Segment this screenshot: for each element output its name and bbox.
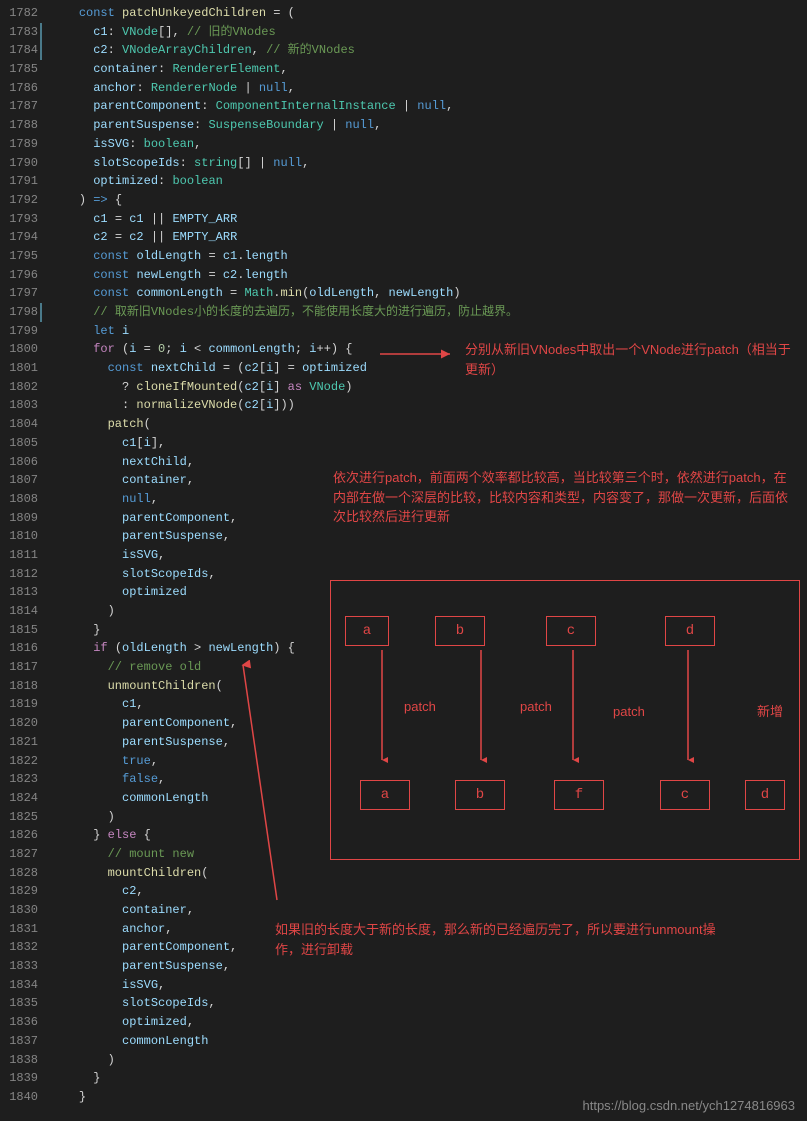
node-bot-b: b xyxy=(455,780,505,810)
code-line[interactable]: parentSuspense, xyxy=(50,957,807,976)
annotation-3: 如果旧的长度大于新的长度，那么新的已经遍历完了，所以要进行unmount操作，进… xyxy=(275,920,735,959)
code-line[interactable]: ) xyxy=(50,1051,807,1070)
patch-label-2: patch xyxy=(520,697,552,717)
node-bot-c: c xyxy=(660,780,710,810)
code-line[interactable]: const newLength = c2.length xyxy=(50,266,807,285)
code-line[interactable]: commonLength xyxy=(50,1032,807,1051)
code-line[interactable]: } xyxy=(50,1069,807,1088)
code-line[interactable]: c2 = c2 || EMPTY_ARR xyxy=(50,228,807,247)
code-line[interactable]: slotScopeIds: string[] | null, xyxy=(50,154,807,173)
code-line[interactable]: patch( xyxy=(50,415,807,434)
code-line[interactable]: const oldLength = c1.length xyxy=(50,247,807,266)
code-line[interactable]: ) => { xyxy=(50,191,807,210)
code-line[interactable]: let i xyxy=(50,322,807,341)
code-line[interactable]: const commonLength = Math.min(oldLength,… xyxy=(50,284,807,303)
code-line[interactable]: isSVG, xyxy=(50,546,807,565)
code-line[interactable]: optimized: boolean xyxy=(50,172,807,191)
code-line[interactable]: anchor: RendererNode | null, xyxy=(50,79,807,98)
annotation-1: 分别从新旧VNodes中取出一个VNode进行patch（相当于更新） xyxy=(465,340,795,379)
code-line[interactable]: container, xyxy=(50,901,807,920)
code-line[interactable]: c1 = c1 || EMPTY_ARR xyxy=(50,210,807,229)
node-top-b: b xyxy=(435,616,485,646)
code-line[interactable]: // 取新旧VNodes小的长度的去遍历，不能使用长度大的进行遍历，防止越界。 xyxy=(50,303,807,322)
code-line[interactable]: parentSuspense: SuspenseBoundary | null, xyxy=(50,116,807,135)
node-top-c: c xyxy=(546,616,596,646)
annotation-2: 依次进行patch，前面两个效率都比较高，当比较第三个时，依然进行patch，在… xyxy=(333,468,793,527)
code-line[interactable]: c1: VNode[], // 旧的VNodes xyxy=(50,23,807,42)
code-line[interactable]: isSVG: boolean, xyxy=(50,135,807,154)
code-line[interactable]: c1[i], xyxy=(50,434,807,453)
code-line[interactable]: parentSuspense, xyxy=(50,527,807,546)
watermark: https://blog.csdn.net/ych1274816963 xyxy=(583,1098,796,1113)
code-line[interactable]: const patchUnkeyedChildren = ( xyxy=(50,4,807,23)
code-line[interactable]: optimized, xyxy=(50,1013,807,1032)
code-line[interactable]: container: RendererElement, xyxy=(50,60,807,79)
node-top-a: a xyxy=(345,616,389,646)
code-line[interactable]: ? cloneIfMounted(c2[i] as VNode) xyxy=(50,378,807,397)
code-line[interactable]: : normalizeVNode(c2[i])) xyxy=(50,396,807,415)
node-bot-f: f xyxy=(554,780,604,810)
code-line[interactable]: slotScopeIds, xyxy=(50,994,807,1013)
patch-label-1: patch xyxy=(404,697,436,717)
code-line[interactable]: mountChildren( xyxy=(50,864,807,883)
line-number-gutter: 1782178317841785178617871788178917901791… xyxy=(0,0,50,1121)
node-bot-a: a xyxy=(360,780,410,810)
node-bot-d: d xyxy=(745,780,785,810)
new-add-label: 新增 xyxy=(757,702,783,722)
node-top-d: d xyxy=(665,616,715,646)
code-line[interactable]: c2: VNodeArrayChildren, // 新的VNodes xyxy=(50,41,807,60)
patch-label-3: patch xyxy=(613,702,645,722)
code-line[interactable]: c2, xyxy=(50,882,807,901)
code-line[interactable]: isSVG, xyxy=(50,976,807,995)
code-line[interactable]: parentComponent: ComponentInternalInstan… xyxy=(50,97,807,116)
